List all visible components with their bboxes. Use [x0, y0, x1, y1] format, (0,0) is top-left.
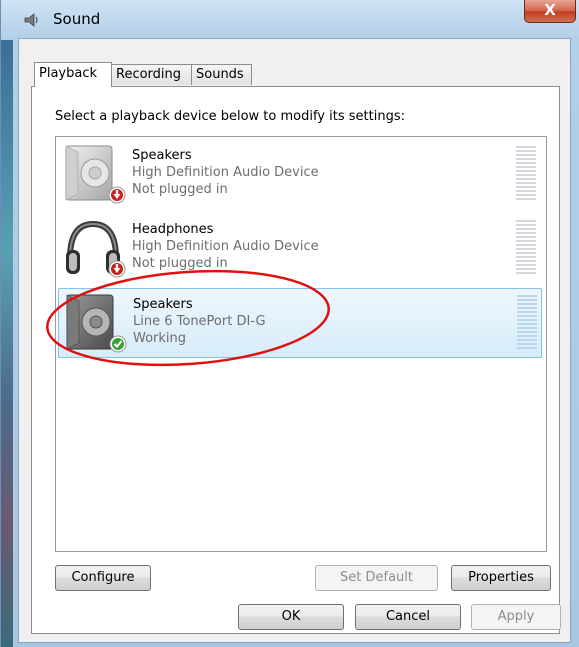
desktop-background-strip: [1, 40, 13, 647]
device-name: Headphones: [132, 222, 214, 237]
device-item-selected[interactable]: Speakers Line 6 TonePort DI-G Working: [58, 288, 542, 358]
device-list[interactable]: Speakers High Definition Audio Device No…: [55, 136, 547, 552]
red-down-arrow-icon: [108, 260, 126, 278]
playback-panel: Select a playback device below to modify…: [31, 86, 560, 634]
instruction-text: Select a playback device below to modify…: [55, 109, 405, 124]
device-status: Working: [133, 331, 187, 346]
title-bar[interactable]: Sound X: [13, 0, 579, 38]
configure-button[interactable]: Configure: [55, 565, 151, 591]
volume-meter: [517, 295, 537, 349]
device-name: Speakers: [133, 297, 193, 312]
close-icon: X: [544, 1, 556, 19]
window-title: Sound: [53, 10, 101, 28]
speaker-title-icon: [24, 13, 38, 27]
device-driver: Line 6 TonePort DI-G: [133, 314, 266, 329]
tab-recording[interactable]: Recording: [111, 64, 192, 85]
dialog-client-area: Playback Recording Sounds Select a playb…: [18, 38, 571, 643]
device-status: Not plugged in: [132, 256, 228, 271]
properties-button[interactable]: Properties: [451, 565, 551, 591]
close-button[interactable]: X: [524, 0, 576, 23]
tab-playback[interactable]: Playback: [34, 62, 112, 87]
device-status: Not plugged in: [132, 182, 228, 197]
cancel-button[interactable]: Cancel: [355, 604, 461, 630]
device-name: Speakers: [132, 148, 192, 163]
sound-window: Sound X Playback Recording Sounds Select…: [0, 0, 579, 647]
tab-sounds[interactable]: Sounds: [191, 64, 252, 85]
device-item[interactable]: Speakers High Definition Audio Device No…: [58, 140, 542, 210]
volume-meter: [516, 146, 536, 200]
device-driver: High Definition Audio Device: [132, 239, 319, 254]
device-item[interactable]: Headphones High Definition Audio Device …: [58, 214, 542, 284]
set-default-button[interactable]: Set Default: [315, 565, 438, 591]
device-driver: High Definition Audio Device: [132, 165, 319, 180]
apply-button[interactable]: Apply: [471, 604, 561, 630]
green-check-icon: [109, 335, 127, 353]
red-down-arrow-icon: [108, 186, 126, 204]
volume-meter: [516, 220, 536, 274]
ok-button[interactable]: OK: [238, 604, 344, 630]
